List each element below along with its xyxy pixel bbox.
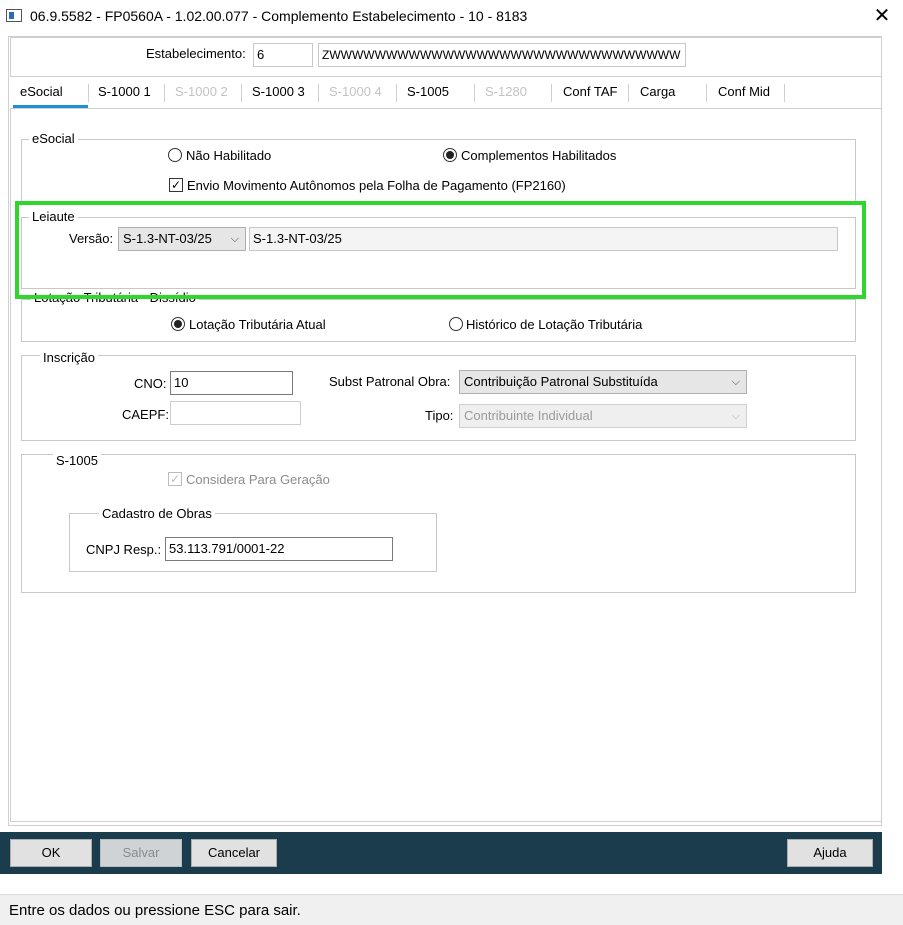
tab-separator	[474, 84, 475, 102]
tab-separator	[318, 84, 319, 102]
radio-nao-habilitado[interactable]	[168, 148, 182, 162]
estabelecimento-code-field[interactable]: 6	[253, 43, 313, 67]
radio-historico-lotacao-label: Histórico de Lotação Tributária	[466, 317, 643, 332]
tab-bar: eSocial S-1000 1 S-1000 2 S-1000 3 S-100…	[10, 80, 882, 110]
chevron-down-icon: ⌵	[731, 410, 740, 422]
checkbox-considera-geracao-label: Considera Para Geração	[186, 472, 330, 487]
tipo-label: Tipo:	[425, 408, 454, 423]
window-title: 06.9.5582 - FP0560A - 1.02.00.077 - Comp…	[30, 8, 528, 24]
ok-button[interactable]: OK	[10, 839, 92, 867]
ajuda-button[interactable]: Ajuda	[787, 839, 873, 867]
leiaute-highlight	[15, 201, 866, 299]
radio-lotacao-atual[interactable]	[171, 317, 185, 331]
tab-s1000-3[interactable]: S-1000 3	[252, 84, 305, 99]
tipo-value: Contribuinte Individual	[464, 408, 593, 423]
tab-s1000-1[interactable]: S-1000 1	[98, 84, 151, 99]
tab-separator	[706, 84, 707, 102]
cno-field[interactable]: 10	[170, 371, 293, 395]
subst-patronal-select[interactable]: Contribuição Patronal Substituída ⌵	[459, 370, 747, 394]
chevron-down-icon: ⌵	[731, 376, 740, 388]
caepf-label: CAEPF:	[122, 407, 169, 422]
tab-separator	[164, 84, 165, 102]
tipo-select: Contribuinte Individual ⌵	[459, 404, 747, 428]
lotacao-group	[21, 299, 856, 342]
esocial-group	[21, 139, 856, 204]
tab-esocial[interactable]: eSocial	[20, 84, 63, 99]
tab-conf-mid[interactable]: Conf Mid	[718, 84, 770, 99]
esocial-group-title: eSocial	[29, 131, 78, 146]
tab-separator	[241, 84, 242, 102]
tab-s1005[interactable]: S-1005	[407, 84, 449, 99]
tab-separator	[628, 84, 629, 102]
checkbox-envio-movimento-label: Envio Movimento Autônomos pela Folha de …	[187, 178, 566, 193]
estabelecimento-label: Estabelecimento:	[146, 46, 246, 61]
cnpj-resp-label: CNPJ Resp.:	[86, 542, 162, 557]
radio-lotacao-atual-label: Lotação Tributária Atual	[189, 317, 326, 332]
cnpj-resp-field[interactable]: 53.113.791/0001-22	[165, 537, 393, 561]
salvar-button: Salvar	[100, 839, 182, 867]
cancelar-button[interactable]: Cancelar	[191, 839, 277, 867]
checkbox-envio-movimento[interactable]: ✓	[169, 178, 183, 192]
radio-complementos-habilitados-label: Complementos Habilitados	[461, 148, 617, 163]
tab-s1000-2: S-1000 2	[175, 84, 228, 99]
tab-s1280: S-1280	[485, 84, 527, 99]
radio-nao-habilitado-label: Não Habilitado	[186, 148, 272, 163]
inscricao-group	[21, 355, 856, 441]
close-icon[interactable]: ✕	[868, 3, 896, 29]
tab-separator	[88, 84, 89, 102]
tab-separator	[551, 84, 552, 102]
radio-historico-lotacao[interactable]	[449, 317, 463, 331]
subst-patronal-label: Subst Patronal Obra:	[329, 374, 451, 389]
status-text: Entre os dados ou pressione ESC para sai…	[9, 902, 301, 919]
s1005-group-title: S-1005	[53, 453, 101, 468]
inscricao-group-title: Inscrição	[40, 350, 99, 365]
estabelecimento-name-field[interactable]: ZWWWWWWWWWWWWWWWWWWWWWWWWWWWWWWW	[318, 43, 686, 67]
checkbox-considera-geracao: ✓	[168, 472, 182, 486]
subst-patronal-value: Contribuição Patronal Substituída	[464, 374, 658, 389]
tab-separator	[784, 84, 785, 102]
radio-complementos-habilitados[interactable]	[443, 148, 457, 162]
cadastro-obras-title: Cadastro de Obras	[99, 506, 215, 521]
tab-s1000-4: S-1000 4	[329, 84, 382, 99]
app-icon	[6, 9, 22, 22]
caepf-field[interactable]	[170, 401, 301, 425]
tab-separator	[396, 84, 397, 102]
tab-carga[interactable]: Carga	[640, 84, 675, 99]
cno-label: CNO:	[134, 376, 167, 391]
tab-conf-taf[interactable]: Conf TAF	[563, 84, 617, 99]
